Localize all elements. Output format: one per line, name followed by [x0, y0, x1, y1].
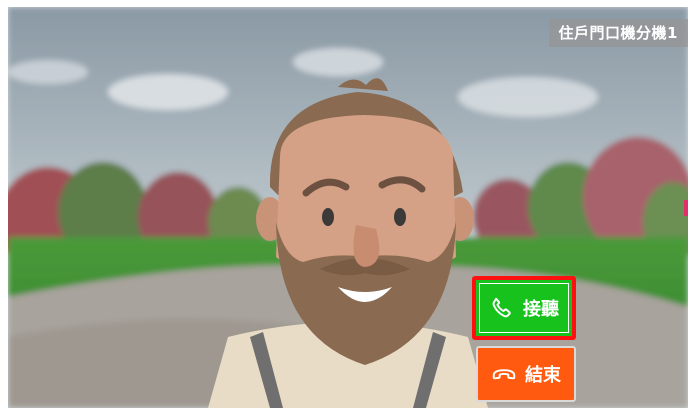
answer-label: 接聽: [523, 299, 559, 320]
phone-hangup-icon: [491, 361, 517, 387]
end-call-button[interactable]: 結束: [476, 346, 576, 402]
answer-button[interactable]: 接聽: [472, 276, 576, 340]
edge-indicator: [684, 200, 688, 216]
station-label: 住戶門口機分機1: [548, 19, 688, 47]
phone-answer-icon: [489, 295, 515, 321]
video-feed: 住戶門口機分機1: [8, 7, 688, 408]
end-label: 結束: [525, 365, 561, 386]
camera-view: [8, 7, 688, 408]
